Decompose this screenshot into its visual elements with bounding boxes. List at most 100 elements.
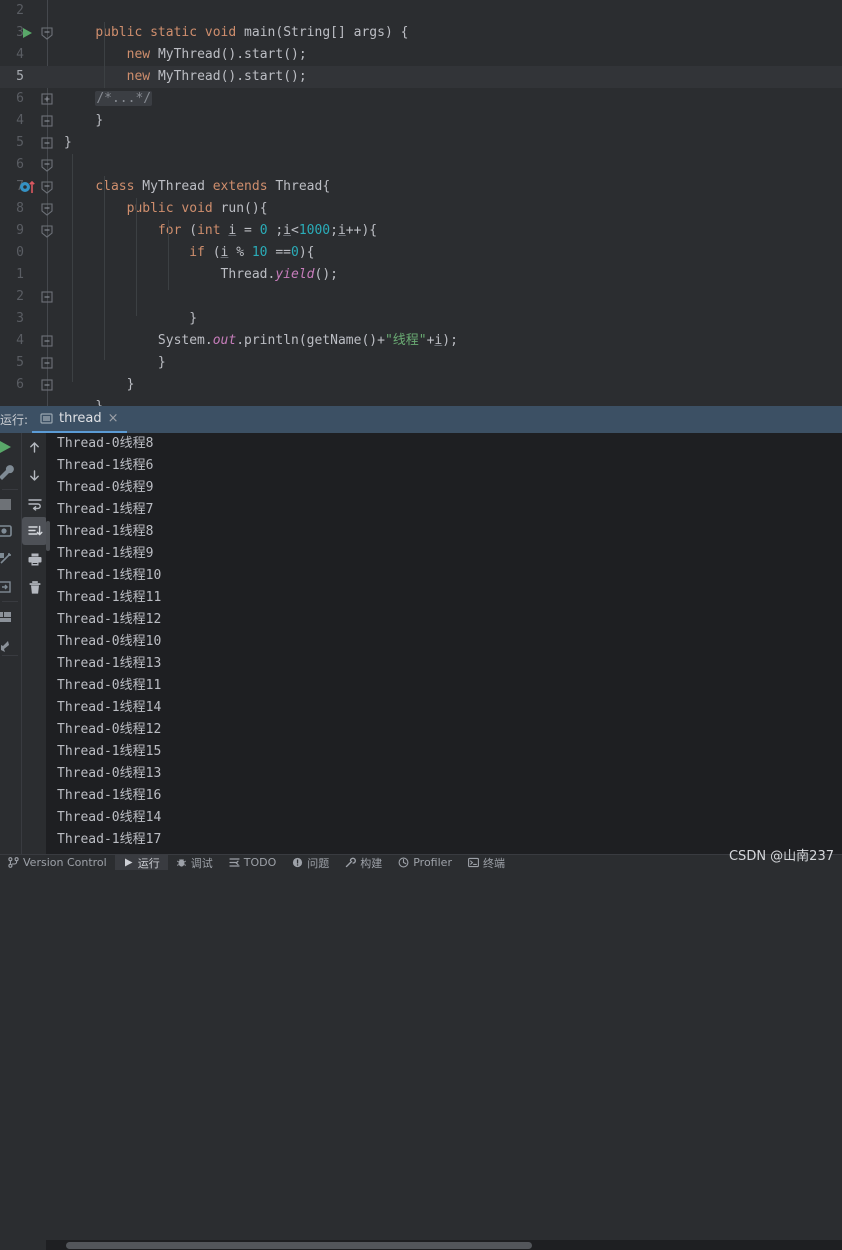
editor-scroll-area[interactable]: 2 3 public static void main(String[] args… — [0, 0, 842, 406]
code-line[interactable]: 3 public static void main(String[] args)… — [0, 22, 842, 44]
bottom-bar-item-profiler[interactable]: Profiler — [390, 855, 460, 870]
indent-guide — [168, 220, 169, 290]
java-class-icon — [40, 412, 53, 425]
export-button[interactable] — [0, 573, 20, 601]
code-text: /*...*/ — [95, 91, 153, 106]
scroll-to-end-button[interactable] — [22, 517, 47, 545]
code-line[interactable]: 9 for (int i = 0 ;i<1000;i++){ — [0, 220, 842, 242]
line-number: 5 — [16, 355, 24, 370]
code-text: } — [157, 355, 166, 370]
up-button[interactable] — [22, 433, 47, 461]
console-line: Thread-0线程11 — [57, 678, 162, 693]
code-line[interactable]: 4 } — [0, 110, 842, 132]
code-text: Thread.yield(); — [220, 267, 338, 282]
bottom-bar-item-version-control[interactable]: Version Control — [0, 855, 115, 870]
code-line[interactable]: 1 Thread.yield(); — [0, 264, 842, 286]
line-number: 5 — [16, 135, 24, 150]
console-line: Thread-1线程13 — [57, 656, 162, 671]
fold-toggle-icon[interactable] — [40, 374, 56, 396]
bottom-bar-item-终端[interactable]: 终端 — [460, 855, 513, 870]
bookmark-run-icon[interactable] — [18, 176, 36, 198]
stop-button[interactable] — [0, 490, 20, 518]
line-number: 2 — [16, 3, 24, 18]
line-number: 6 — [16, 91, 24, 106]
bottom-bar-item-调试[interactable]: 调试 — [168, 855, 221, 870]
code-line[interactable]: 6 } — [0, 374, 842, 396]
run-tab-thread[interactable]: thread × — [32, 406, 127, 433]
print-button[interactable] — [22, 545, 47, 573]
fold-toggle-icon[interactable] — [40, 110, 56, 132]
down-button[interactable] — [22, 461, 47, 489]
bottom-bar-item-label: Profiler — [413, 856, 452, 869]
line-number: 9 — [16, 223, 24, 238]
run-gutter-icon[interactable] — [18, 22, 36, 44]
line-number: 6 — [16, 377, 24, 392]
code-text: } — [64, 135, 72, 150]
close-icon[interactable]: × — [108, 411, 119, 426]
code-line[interactable]: 6 /*...*/ — [0, 88, 842, 110]
code-line[interactable]: 3 } — [0, 308, 842, 330]
run-tab-label: thread — [59, 411, 102, 426]
console-toolbar[interactable] — [21, 433, 47, 854]
bottom-bar-item-todo[interactable]: TODO — [221, 855, 285, 870]
rerun-button[interactable] — [0, 433, 20, 461]
code-line[interactable]: 5} — [0, 132, 842, 154]
indent-guide — [136, 198, 137, 316]
soft-wrap-button[interactable] — [22, 489, 47, 517]
code-line[interactable]: 0 if (i % 10 ==0){ — [0, 242, 842, 264]
layout-button[interactable] — [0, 603, 20, 631]
console-line: Thread-1线程8 — [57, 524, 154, 539]
code-text: new MyThread().start(); — [126, 69, 307, 84]
hammer-icon — [345, 857, 357, 868]
fold-toggle-icon[interactable] — [40, 176, 56, 198]
code-line[interactable]: 4 new MyThread().start(); — [0, 44, 842, 66]
run-actions-toolbar[interactable] — [0, 433, 20, 854]
bottom-bar-item-运行[interactable]: 运行 — [114, 855, 168, 870]
fold-toggle-icon[interactable] — [40, 88, 56, 110]
bottom-bar-item-构建[interactable]: 构建 — [337, 855, 390, 870]
run-settings-button[interactable] — [0, 461, 20, 489]
watermark: CSDN @山南237 — [728, 849, 834, 864]
bottom-bar-item-label: 运行 — [137, 856, 160, 870]
line-number: 2 — [16, 289, 24, 304]
fold-toggle-icon[interactable] — [40, 330, 56, 352]
console-line: Thread-1线程16 — [57, 788, 162, 803]
code-line[interactable]: 5 new MyThread().start(); — [0, 66, 842, 88]
fold-toggle-icon[interactable] — [40, 198, 56, 220]
console-hscroll-thumb[interactable] — [66, 1242, 532, 1249]
code-line[interactable]: 7 class MyThread extends Thread{ — [0, 176, 842, 198]
fold-toggle-icon[interactable] — [40, 220, 56, 242]
code-line[interactable]: 2 — [0, 0, 842, 22]
code-line[interactable]: 5 } — [0, 352, 842, 374]
bottom-bar-item-问题[interactable]: 问题 — [284, 855, 337, 870]
fold-toggle-icon[interactable] — [40, 132, 56, 154]
fold-toggle-icon[interactable] — [40, 286, 56, 308]
fold-toggle-icon[interactable] — [40, 352, 56, 374]
code-text: System.out.println(getName()+"线程"+i); — [157, 333, 458, 348]
code-line[interactable]: 6 — [0, 154, 842, 176]
fold-toggle-icon[interactable] — [40, 154, 56, 176]
code-text: } — [64, 396, 103, 406]
console-output[interactable]: Thread-0线程8 Thread-1线程6 Thread-0线程9 Thread-… — [46, 433, 842, 854]
bottom-bar-item-label: 调试 — [190, 856, 213, 870]
code-line[interactable]: 4 System.out.println(getName()+"线程"+i); — [0, 330, 842, 352]
code-editor[interactable]: 2 3 public static void main(String[] args… — [0, 0, 842, 406]
console-line: Thread-1线程12 — [57, 612, 162, 627]
pin-button[interactable] — [0, 633, 20, 661]
console-line: Thread-1线程6 — [57, 458, 154, 473]
code-line[interactable]: } — [0, 396, 842, 406]
code-line[interactable]: 2 — [0, 286, 842, 308]
screenshot-button[interactable] — [0, 517, 20, 545]
bottom-bar-item-label: 终端 — [482, 856, 505, 870]
bottom-tool-window-bar[interactable]: Version Control 运行 调试 TODO 问题 构建 Profiler 终端 — [0, 854, 842, 870]
trash-icon[interactable] — [22, 573, 47, 601]
indent-guide — [104, 176, 105, 360]
line-number: 4 — [16, 113, 24, 128]
fold-toggle-icon[interactable] — [40, 22, 56, 44]
bottom-bar-item-label: 问题 — [307, 856, 330, 870]
console-horizontal-scrollbar[interactable] — [46, 1240, 842, 1250]
code-line[interactable]: 8 public void run(){ — [0, 198, 842, 220]
indent-guide — [72, 154, 73, 382]
bottom-bar-item-label: 构建 — [360, 856, 383, 870]
profiler-button[interactable] — [0, 545, 20, 573]
